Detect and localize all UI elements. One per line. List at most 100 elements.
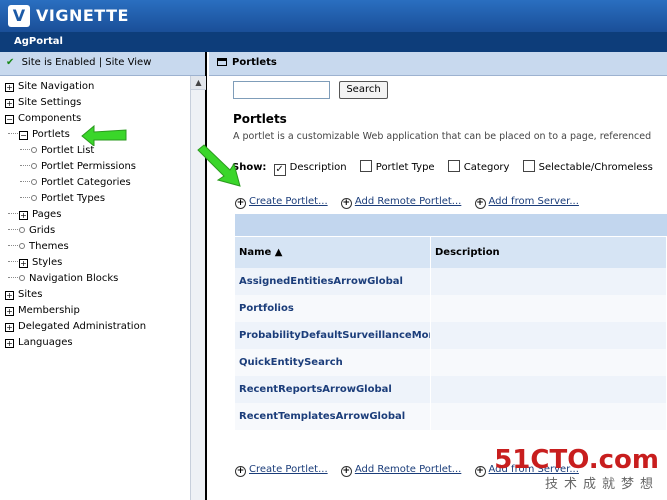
portlet-name-link[interactable]: Portfolios (235, 295, 431, 322)
site-status-bar: ✔ Site is Enabled | Site View (0, 52, 205, 76)
create-portlet-link[interactable]: Create Portlet... (249, 196, 328, 207)
add-circle-icon[interactable]: + (235, 198, 246, 209)
table-row: Portfolios (235, 295, 667, 322)
selectable-chromeless-checkbox[interactable] (522, 160, 535, 172)
page-title: Portlets (233, 112, 287, 126)
tree-item-components[interactable]: − Components (5, 112, 81, 126)
expand-icon[interactable]: + (5, 99, 14, 108)
portlet-name-link[interactable]: AssignedEntitiesArrowGlobal (235, 268, 431, 295)
show-category-option[interactable]: Category (447, 160, 513, 173)
portlets-header: Portlets (209, 52, 667, 76)
search-input[interactable] (233, 81, 330, 99)
annotation-arrow-icon (81, 124, 127, 146)
vignette-logo-icon: V (8, 5, 30, 27)
watermark: 51CTO.com 技术成就梦想 (494, 445, 659, 492)
column-header-description: Description (431, 237, 667, 268)
portlet-description (431, 349, 667, 376)
expand-icon[interactable]: + (5, 323, 14, 332)
tree-scrollbar[interactable]: ▲ (190, 76, 206, 500)
expand-icon[interactable]: + (5, 307, 14, 316)
description-checkbox[interactable]: ✓ (273, 164, 286, 176)
add-remote-portlet-link[interactable]: Add Remote Portlet... (355, 196, 462, 207)
portlet-description (431, 322, 667, 349)
show-options: Show: ✓ Description Portlet Type Category… (232, 160, 663, 176)
table-header: Name ▲ Description (235, 236, 667, 268)
window-icon (217, 58, 227, 66)
add-circle-icon[interactable]: + (235, 466, 246, 477)
check-icon: ✔ (6, 57, 15, 68)
create-portlet-link[interactable]: Create Portlet... (249, 464, 328, 475)
tree-item-pages[interactable]: + Pages (8, 208, 61, 222)
tree-item-site-settings[interactable]: + Site Settings (5, 96, 81, 110)
tree-item-themes[interactable]: Themes (8, 240, 69, 254)
tree-item-sites[interactable]: + Sites (5, 288, 42, 302)
tree-item-portlet-list[interactable]: Portlet List (20, 144, 94, 158)
tree-item-styles[interactable]: + Styles (8, 256, 62, 270)
leaf-node-icon (19, 275, 25, 281)
collapse-icon[interactable]: − (19, 131, 28, 140)
tree-item-membership[interactable]: + Membership (5, 304, 80, 318)
tree-item-portlets[interactable]: − Portlets (8, 128, 70, 142)
collapse-icon[interactable]: − (5, 115, 14, 124)
page-subtitle: A portlet is a customizable Web applicat… (233, 131, 652, 142)
add-circle-icon[interactable]: + (340, 466, 352, 477)
brand-bar: V VIGNETTE (0, 0, 667, 32)
table-row: ProbabilityDefaultSurveillanceMonitor (235, 322, 667, 349)
tree-item-grids[interactable]: Grids (8, 224, 55, 238)
table-row: RecentReportsArrowGlobal (235, 376, 667, 403)
scroll-up-arrow-icon[interactable]: ▲ (191, 76, 206, 90)
table-toolbar (235, 214, 667, 236)
brand-name: VIGNETTE (36, 6, 129, 25)
portlet-description (431, 268, 667, 295)
add-from-server-link[interactable]: Add from Server... (489, 196, 579, 207)
show-portlet-type-option[interactable]: Portlet Type (359, 160, 438, 173)
site-status-text[interactable]: Site is Enabled | Site View (22, 57, 152, 68)
tree-item-site-navigation[interactable]: + Site Navigation (5, 80, 94, 94)
portlet-description (431, 403, 667, 430)
table-row: RecentTemplatesArrowGlobal (235, 403, 667, 430)
leaf-node-icon (31, 179, 37, 185)
table-row: AssignedEntitiesArrowGlobal (235, 268, 667, 295)
leaf-node-icon (19, 227, 25, 233)
portlets-table: Name ▲ Description AssignedEntitiesArrow… (235, 214, 667, 430)
leaf-node-icon (31, 195, 37, 201)
portlet-description (431, 376, 667, 403)
portlet-name-link[interactable]: ProbabilityDefaultSurveillanceMonitor (235, 322, 431, 349)
tree-item-portlet-types[interactable]: Portlet Types (20, 192, 105, 206)
tree-item-navigation-blocks[interactable]: Navigation Blocks (8, 272, 118, 286)
action-links-top: + Create Portlet... + Add Remote Portlet..… (235, 196, 589, 209)
tree-item-delegated-administration[interactable]: + Delegated Administration (5, 320, 146, 334)
portlet-name-link[interactable]: QuickEntitySearch (235, 349, 431, 376)
expand-icon[interactable]: + (5, 291, 14, 300)
add-circle-icon[interactable]: + (340, 198, 352, 209)
expand-icon[interactable]: + (5, 339, 14, 348)
table-row: QuickEntitySearch (235, 349, 667, 376)
expand-icon[interactable]: + (19, 211, 28, 220)
column-header-name[interactable]: Name ▲ (235, 237, 431, 268)
app-bar: AgPortal (0, 32, 667, 52)
tree-item-portlet-categories[interactable]: Portlet Categories (20, 176, 131, 190)
right-panel: Portlets Search Portlets A portlet is a … (209, 52, 667, 500)
app-name: AgPortal (14, 36, 63, 47)
watermark-main: 51CTO (494, 445, 589, 475)
category-checkbox[interactable] (447, 160, 460, 172)
expand-icon[interactable]: + (5, 83, 14, 92)
portlet-description (431, 295, 667, 322)
watermark-suffix: .com (588, 445, 659, 475)
tree-item-portlet-permissions[interactable]: Portlet Permissions (20, 160, 136, 174)
leaf-node-icon (31, 163, 37, 169)
search-button[interactable]: Search (339, 81, 388, 99)
tree-item-languages[interactable]: + Languages (5, 336, 73, 350)
portlet-name-link[interactable]: RecentTemplatesArrowGlobal (235, 403, 431, 430)
portlet-name-link[interactable]: RecentReportsArrowGlobal (235, 376, 431, 403)
show-selectable-chromeless-option[interactable]: Selectable/Chromeless (522, 160, 653, 173)
add-circle-icon[interactable]: + (474, 198, 486, 209)
add-circle-icon[interactable]: + (474, 466, 486, 477)
leaf-node-icon (19, 243, 25, 249)
portlet-type-checkbox[interactable] (359, 160, 372, 172)
watermark-sub: 技术成就梦想 (544, 477, 659, 492)
left-panel: ✔ Site is Enabled | Site View + Site Navi… (0, 52, 207, 500)
expand-icon[interactable]: + (19, 259, 28, 268)
show-description-option[interactable]: ✓ Description (273, 162, 350, 176)
add-remote-portlet-link[interactable]: Add Remote Portlet... (355, 464, 462, 475)
